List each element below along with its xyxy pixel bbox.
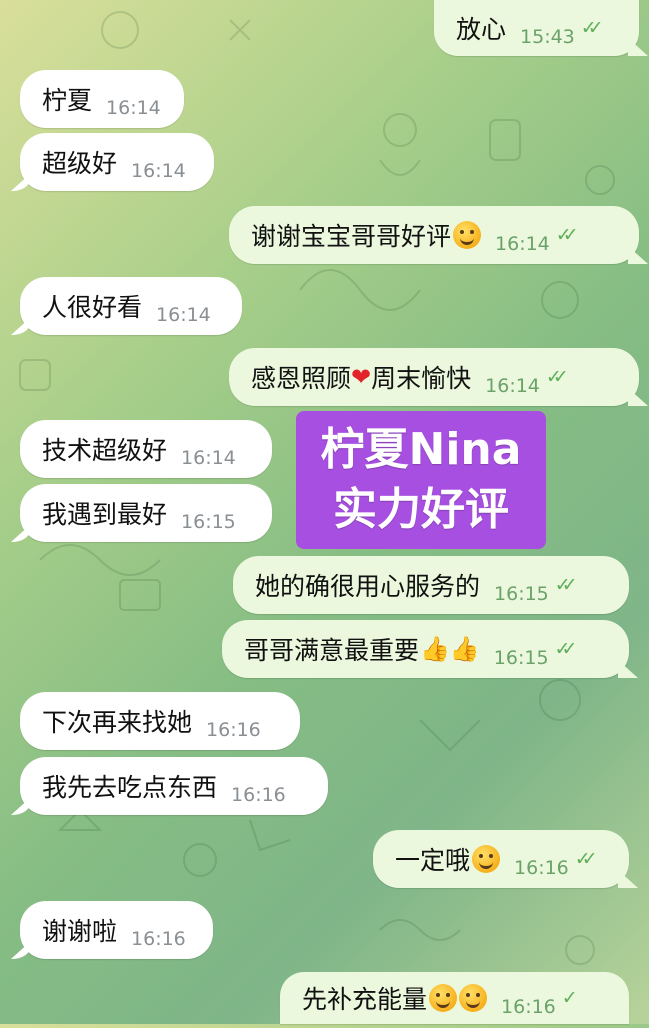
- message-text: 下次再来找她: [42, 708, 193, 737]
- message-outgoing[interactable]: 谢谢宝宝哥哥好评 16:14 ✓✓: [229, 206, 639, 264]
- message-time: 16:14: [156, 304, 211, 326]
- message-text: 谢谢宝宝哥哥好评: [251, 222, 452, 251]
- thumbs-up-emoji-icon: 👍👍: [420, 635, 480, 663]
- message-text: 技术超级好: [42, 436, 168, 465]
- message-time: 16:14: [495, 233, 550, 255]
- read-receipt-icon: ✓✓: [574, 848, 598, 870]
- yum-emoji-icon: [459, 984, 488, 1012]
- message-outgoing[interactable]: 她的确很用心服务的 16:15 ✓✓: [233, 556, 629, 614]
- message-time: 16:15: [494, 583, 549, 605]
- smile-emoji-icon: [453, 221, 482, 249]
- promo-banner: 柠夏Nina 实力好评: [296, 411, 546, 549]
- message-text: 放心: [456, 15, 507, 44]
- banner-line-2: 实力好评: [333, 484, 509, 535]
- message-outgoing[interactable]: 哥哥满意最重要 👍👍 16:15 ✓✓: [222, 620, 629, 678]
- message-time: 16:14: [106, 97, 161, 119]
- message-incoming[interactable]: 人很好看 16:14: [20, 277, 242, 335]
- message-time: 16:16: [206, 719, 261, 741]
- message-text: 柠夏: [42, 86, 93, 115]
- message-incoming[interactable]: 我遇到最好 16:15: [20, 484, 272, 542]
- message-incoming[interactable]: 技术超级好 16:14: [20, 420, 272, 478]
- read-receipt-icon: ✓✓: [554, 574, 578, 596]
- message-time: 16:15: [493, 647, 549, 669]
- message-outgoing[interactable]: 感恩照顾 ❤ 周末愉快 16:14 ✓✓: [229, 348, 639, 406]
- message-time: 16:14: [131, 160, 186, 182]
- banner-line-1: 柠夏Nina: [320, 424, 522, 475]
- message-outgoing[interactable]: 先补充能量 16:16 ✓: [280, 972, 629, 1024]
- message-text: 感恩照顾: [251, 364, 352, 393]
- message-outgoing[interactable]: 一定哦 16:16 ✓✓: [373, 830, 629, 888]
- message-time: 16:16: [131, 928, 186, 950]
- message-text-continued: 周末愉快: [371, 364, 472, 393]
- message-incoming[interactable]: 谢谢啦 16:16: [20, 901, 213, 959]
- heart-emoji-icon: ❤: [351, 363, 372, 391]
- yum-emoji-icon: [429, 984, 458, 1012]
- read-receipt-icon: ✓✓: [580, 17, 604, 39]
- message-text: 哥哥满意最重要: [244, 636, 420, 665]
- message-text: 一定哦: [395, 846, 471, 875]
- message-text: 谢谢啦: [42, 917, 118, 946]
- message-time: 16:16: [514, 857, 569, 879]
- read-receipt-icon: ✓✓: [555, 224, 579, 246]
- message-time: 16:16: [501, 996, 556, 1018]
- message-text: 我遇到最好: [42, 500, 168, 529]
- message-incoming[interactable]: 下次再来找她 16:16: [20, 692, 300, 750]
- message-incoming[interactable]: 柠夏 16:14: [20, 70, 184, 128]
- message-time: 16:14: [181, 447, 236, 469]
- message-text: 先补充能量: [302, 985, 428, 1014]
- smile-emoji-icon: [472, 845, 501, 873]
- message-text: 她的确很用心服务的: [255, 572, 481, 601]
- message-time: 16:14: [485, 375, 540, 397]
- message-text: 我先去吃点东西: [42, 773, 218, 802]
- read-receipt-icon: ✓✓: [545, 366, 569, 388]
- read-receipt-icon: ✓✓: [554, 638, 578, 660]
- message-outgoing[interactable]: 放心 15:43 ✓✓: [434, 0, 639, 56]
- message-incoming[interactable]: 我先去吃点东西 16:16: [20, 757, 328, 815]
- message-time: 16:15: [181, 511, 236, 533]
- message-text: 人很好看: [42, 293, 143, 322]
- sent-tick-icon: ✓: [561, 987, 578, 1009]
- message-time: 15:43: [520, 26, 575, 48]
- message-text: 超级好: [42, 149, 118, 178]
- message-incoming[interactable]: 超级好 16:14: [20, 133, 214, 191]
- message-time: 16:16: [231, 784, 286, 806]
